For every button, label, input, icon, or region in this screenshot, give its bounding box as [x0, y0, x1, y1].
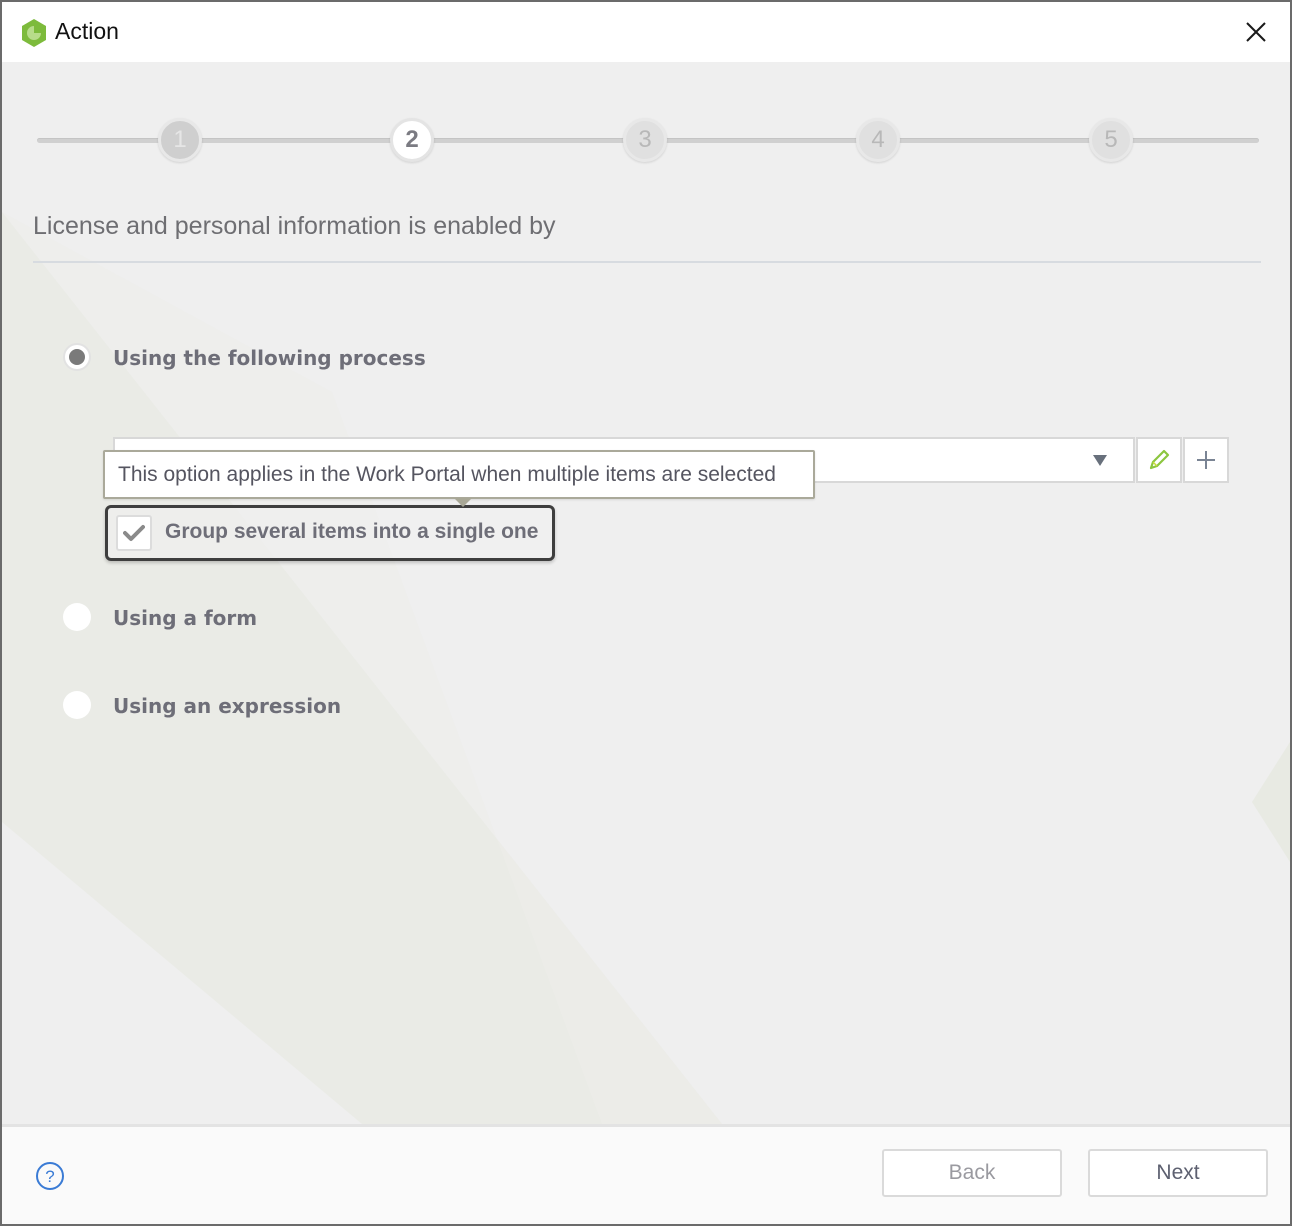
step-4[interactable]: 4	[856, 118, 900, 162]
dropdown-arrow-icon	[1093, 455, 1107, 466]
step-1[interactable]: 1	[158, 118, 202, 162]
help-circle-icon[interactable]: ?	[35, 1161, 65, 1191]
app-logo-icon	[22, 19, 46, 47]
window-title: Action	[55, 18, 119, 44]
close-button[interactable]	[1238, 14, 1274, 50]
checkmark-icon	[123, 525, 145, 541]
radio-using-form[interactable]	[63, 603, 91, 631]
group-items-label: Group several items into a single one	[165, 520, 539, 543]
radio-using-expression[interactable]	[63, 691, 91, 719]
dialog-footer: ? Back Next	[2, 1124, 1290, 1224]
action-dialog: Action 1 2 3 4 5 License and personal in…	[2, 2, 1290, 1224]
wizard-content: 1 2 3 4 5 License and personal informati…	[2, 62, 1290, 1124]
tooltip-text: This option applies in the Work Portal w…	[118, 462, 776, 486]
radio-label-using-process[interactable]: Using the following process	[113, 346, 426, 370]
tooltip-pointer	[454, 498, 472, 507]
plus-icon	[1197, 451, 1215, 469]
section-heading: License and personal information is enab…	[33, 212, 556, 240]
group-items-checkbox[interactable]: Group several items into a single one	[105, 505, 555, 561]
edit-process-button[interactable]	[1136, 437, 1182, 483]
radio-using-process[interactable]	[63, 343, 91, 371]
checkbox-box[interactable]	[116, 515, 152, 551]
heading-divider	[33, 261, 1261, 263]
radio-label-using-expression[interactable]: Using an expression	[113, 694, 341, 718]
step-5[interactable]: 5	[1089, 118, 1133, 162]
step-2[interactable]: 2	[390, 118, 434, 162]
close-icon	[1246, 22, 1266, 42]
back-button[interactable]: Back	[882, 1149, 1062, 1197]
step-3[interactable]: 3	[623, 118, 667, 162]
title-bar: Action	[2, 2, 1290, 62]
svg-text:?: ?	[45, 1167, 54, 1186]
pencil-icon	[1149, 449, 1170, 470]
radio-label-using-form[interactable]: Using a form	[113, 606, 257, 630]
tooltip: This option applies in the Work Portal w…	[103, 450, 815, 499]
add-process-button[interactable]	[1183, 437, 1229, 483]
next-button[interactable]: Next	[1088, 1149, 1268, 1197]
